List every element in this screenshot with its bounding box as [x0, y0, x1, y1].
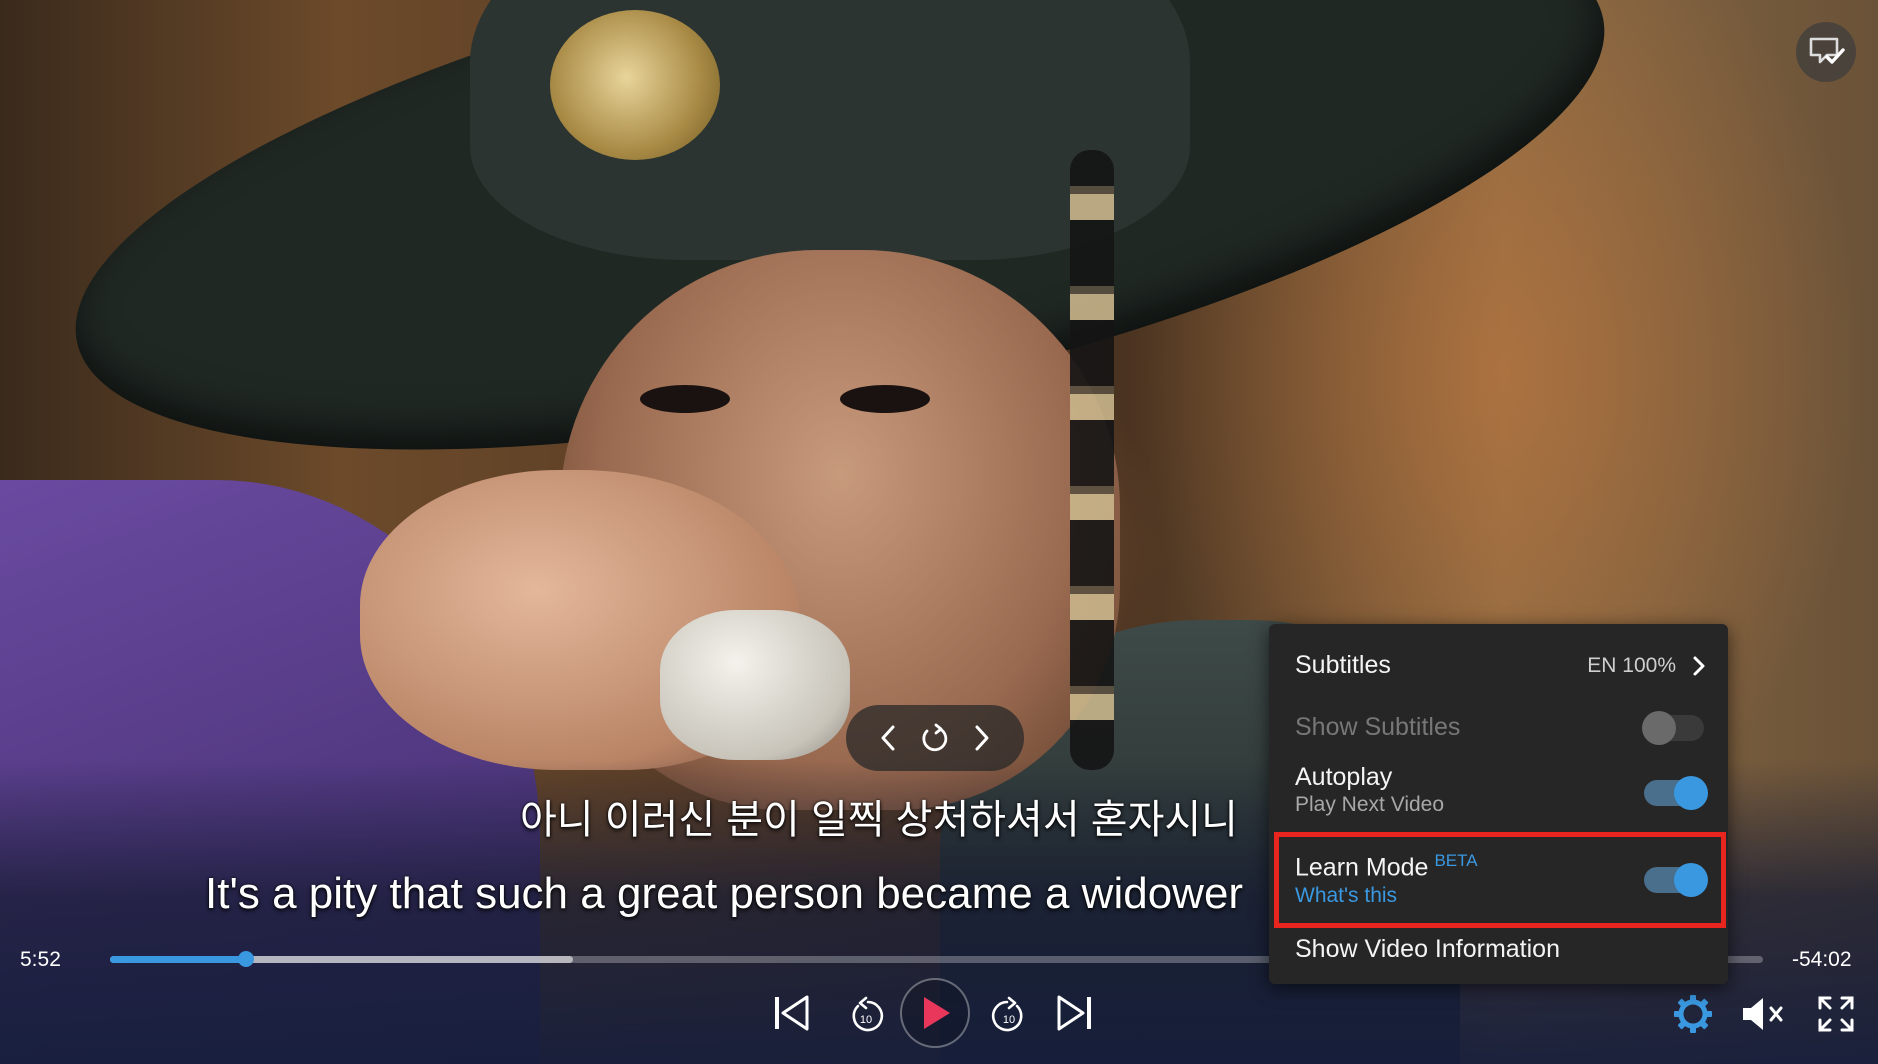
progress-thumb[interactable]	[237, 951, 254, 967]
chevron-right-icon[interactable]	[964, 720, 1000, 756]
show-subtitles-row: Show Subtitles	[1269, 702, 1728, 750]
autoplay-label: Autoplay	[1295, 763, 1393, 791]
skip-previous-icon[interactable]	[768, 990, 814, 1036]
progress-played	[110, 956, 246, 963]
subtitle-nav	[846, 705, 1024, 771]
subtitle-korean[interactable]: 아니 이러신 분이 일찍 상처하셔서 혼자시니	[520, 795, 1270, 845]
forward-10-icon[interactable]: 10	[986, 993, 1032, 1039]
video-info-label: Show Video Information	[1295, 935, 1560, 963]
video-bead-string	[1070, 150, 1114, 770]
learn-mode-highlight	[1274, 832, 1726, 928]
rewind-label: 10	[860, 1014, 872, 1026]
subtitle-english[interactable]: It's a pity that such a great person bec…	[205, 867, 1270, 921]
rewind-10-icon[interactable]: 10	[843, 993, 889, 1039]
fullscreen-icon[interactable]	[1812, 990, 1860, 1038]
forward-label: 10	[1003, 1014, 1015, 1026]
play-button[interactable]	[900, 978, 970, 1048]
remaining-time: -54:02	[1792, 948, 1852, 971]
skip-next-icon[interactable]	[1052, 990, 1098, 1036]
show-subtitles-toggle[interactable]	[1642, 711, 1704, 745]
current-time: 5:52	[20, 948, 61, 971]
video-eye-left	[640, 385, 730, 413]
video-eye-right	[840, 385, 930, 413]
gear-icon[interactable]	[1669, 990, 1717, 1038]
review-check-icon[interactable]	[1796, 22, 1856, 82]
autoplay-toggle[interactable]	[1644, 776, 1708, 810]
repeat-icon[interactable]	[917, 720, 953, 756]
play-icon	[924, 997, 950, 1029]
autoplay-row: Autoplay Play Next Video	[1269, 760, 1728, 830]
toggle-knob	[1642, 711, 1676, 745]
chevron-right-icon	[1693, 656, 1705, 676]
autoplay-sublabel: Play Next Video	[1295, 793, 1445, 816]
video-info-row[interactable]: Show Video Information	[1269, 934, 1728, 974]
chevron-left-icon[interactable]	[870, 720, 906, 756]
subtitles-row[interactable]: Subtitles EN 100%	[1269, 640, 1728, 690]
volume-muted-icon[interactable]	[1738, 990, 1788, 1038]
subtitles-value: EN 100%	[1587, 654, 1676, 677]
toggle-knob	[1674, 776, 1708, 810]
video-cup	[660, 610, 850, 760]
show-subtitles-label: Show Subtitles	[1295, 713, 1461, 741]
settings-menu: Subtitles EN 100% Show Subtitles Autopla…	[1269, 624, 1728, 984]
video-hat-badge	[550, 10, 720, 160]
